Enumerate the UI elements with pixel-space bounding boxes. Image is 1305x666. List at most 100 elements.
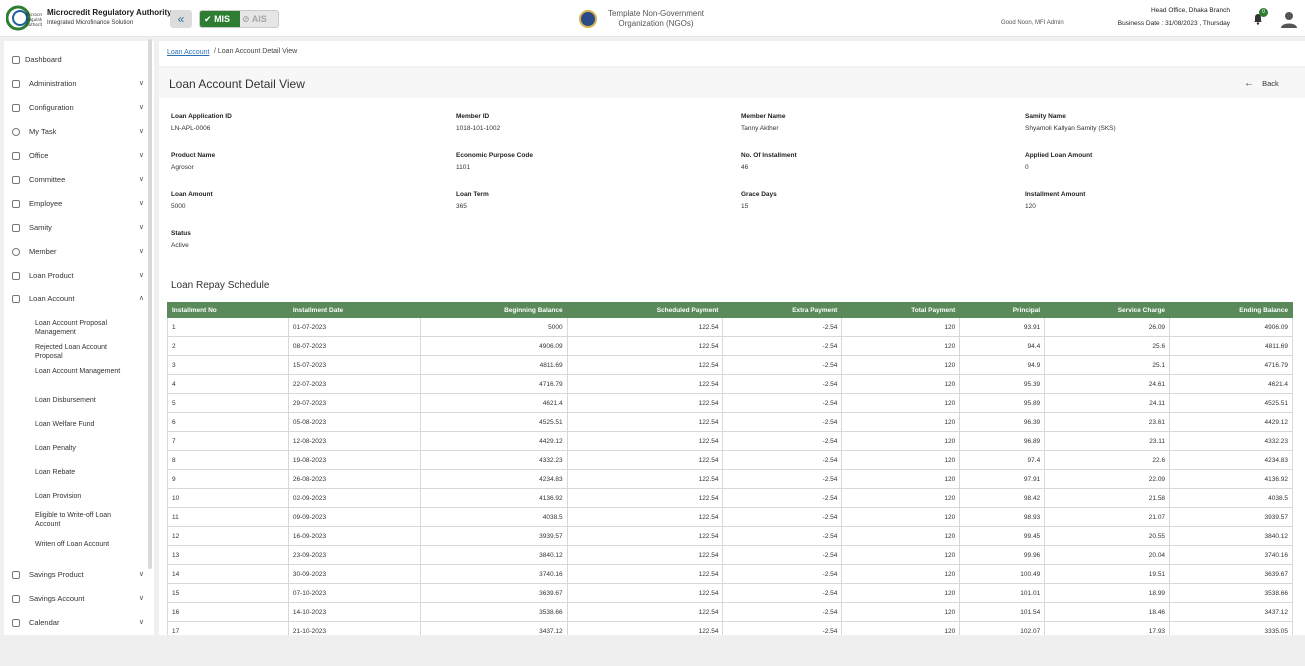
submenu-written-off-loan[interactable]: Writen off Loan Account xyxy=(35,540,135,549)
submenu-loan-account-management[interactable]: Loan Account Management xyxy=(35,367,135,376)
sidebar-item-member[interactable]: Member ∨ xyxy=(12,245,144,259)
table-cell: 1 xyxy=(167,317,289,337)
table-cell: 122.54 xyxy=(566,583,724,603)
collapse-sidebar-button[interactable]: « xyxy=(170,10,192,28)
ais-toggle[interactable]: ⊘ AIS xyxy=(242,11,278,27)
sidebar-item-configuration[interactable]: Configuration ∨ xyxy=(12,101,144,115)
chevron-down-icon: ∨ xyxy=(138,200,144,207)
table-row: 10 02-09-2023 4136.92 122.54 -2.54 120 98.42 21… xyxy=(167,488,1293,508)
table-cell: 120 xyxy=(841,317,961,337)
table-cell: 120 xyxy=(841,621,961,635)
table-cell: 9 xyxy=(167,469,289,489)
table-cell: -2.54 xyxy=(722,374,843,394)
sidebar-item-administration[interactable]: Administration ∨ xyxy=(12,77,144,91)
table-cell: -2.54 xyxy=(722,450,843,470)
table-cell: 96.89 xyxy=(959,431,1046,451)
sidebar-item-label: Savings Product xyxy=(29,570,84,579)
loan-product-icon xyxy=(12,272,20,280)
savings-product-icon xyxy=(12,571,20,579)
org-seal-icon xyxy=(579,10,597,28)
chevron-down-icon: ∨ xyxy=(138,152,144,159)
table-cell: 120 xyxy=(841,393,961,413)
sidebar-item-samity[interactable]: Samity ∨ xyxy=(12,221,144,235)
sidebar-item-label: Committee xyxy=(29,175,66,184)
committee-icon xyxy=(12,176,20,184)
submenu-loan-provision[interactable]: Loan Provision xyxy=(35,492,135,501)
table-row: 17 21-10-2023 3437.12 122.54 -2.54 120 102.07 1… xyxy=(167,621,1293,635)
table-cell: -2.54 xyxy=(722,583,843,603)
table-cell: 122.54 xyxy=(566,431,724,451)
sidebar: Dashboard Administration ∨ Configuration… xyxy=(4,41,154,635)
chevron-down-icon: ∨ xyxy=(138,272,144,279)
table-cell: 09-09-2023 xyxy=(287,507,421,527)
chevron-down-icon: ∨ xyxy=(138,619,144,626)
office-icon xyxy=(12,152,20,160)
sidebar-item-my-task[interactable]: My Task ∨ xyxy=(12,125,144,139)
detail-value: Shyamoli Kallyan Samity (SKS) xyxy=(1025,125,1116,132)
detail-label: Applied Loan Amount xyxy=(1025,152,1093,159)
sidebar-item-dashboard[interactable]: Dashboard xyxy=(12,53,144,67)
sidebar-item-label: Configuration xyxy=(29,103,74,112)
table-cell: 120 xyxy=(841,488,961,508)
table-cell: 122.54 xyxy=(566,526,724,546)
loan-account-icon xyxy=(12,295,20,303)
table-cell: 3335.05 xyxy=(1169,621,1293,635)
table-cell: 122.54 xyxy=(566,507,724,527)
table-cell: 3939.57 xyxy=(419,526,568,546)
table-header-row: Installment No Installment Date Beginnin… xyxy=(167,302,1293,318)
user-avatar-icon[interactable] xyxy=(1280,10,1298,28)
table-cell: 13 xyxy=(167,545,289,565)
table-cell: 99.45 xyxy=(959,526,1046,546)
table-cell: 3840.12 xyxy=(419,545,568,565)
submenu-rejected-loan-proposal[interactable]: Rejected Loan Account Proposal xyxy=(35,343,135,361)
sidebar-item-office[interactable]: Office ∨ xyxy=(12,149,144,163)
submenu-loan-disbursement[interactable]: Loan Disbursement xyxy=(35,396,135,405)
mra-logo: Microcredit Regulatory Authority xyxy=(6,5,42,31)
table-cell: 4136.92 xyxy=(419,488,568,508)
table-cell: 4811.69 xyxy=(1169,336,1293,356)
breadcrumb-link-loan-account[interactable]: Loan Account xyxy=(167,49,209,56)
table-cell: -2.54 xyxy=(722,526,843,546)
table-cell: 2 xyxy=(167,336,289,356)
sidebar-item-employee[interactable]: Employee ∨ xyxy=(12,197,144,211)
column-header: Ending Balance xyxy=(1169,302,1293,318)
column-header: Installment Date xyxy=(287,302,421,318)
detail-label: Member Name xyxy=(741,113,786,120)
submenu-loan-account-proposal[interactable]: Loan Account Proposal Management xyxy=(35,319,135,337)
back-button[interactable]: ← Back xyxy=(1244,78,1279,89)
submenu-loan-welfare-fund[interactable]: Loan Welfare Fund xyxy=(35,420,135,429)
grid-icon xyxy=(12,56,20,64)
sidebar-item-savings-product[interactable]: Savings Product ∨ xyxy=(12,568,144,582)
table-row: 3 15-07-2023 4811.69 122.54 -2.54 120 94.9 25.1… xyxy=(167,355,1293,375)
table-cell: -2.54 xyxy=(722,545,843,565)
detail-label: Loan Term xyxy=(456,191,489,198)
sidebar-item-committee[interactable]: Committee ∨ xyxy=(12,173,144,187)
block-icon: ⊘ xyxy=(242,14,250,24)
submenu-loan-rebate[interactable]: Loan Rebate xyxy=(35,468,135,477)
table-cell: 3939.57 xyxy=(1169,507,1293,527)
module-switch[interactable]: ✔ MIS ⊘ AIS xyxy=(199,10,279,28)
table-cell: 3639.67 xyxy=(419,583,568,603)
check-circle-icon: ✔ xyxy=(204,14,212,24)
submenu-loan-penalty[interactable]: Loan Penalty xyxy=(35,444,135,453)
detail-field: Loan Term 365 xyxy=(456,191,716,210)
sidebar-item-calendar[interactable]: Calendar ∨ xyxy=(12,616,144,630)
table-cell: 17 xyxy=(167,621,289,635)
table-row: 4 22-07-2023 4716.79 122.54 -2.54 120 95.39 24.… xyxy=(167,374,1293,394)
sidebar-item-savings-account[interactable]: Savings Account ∨ xyxy=(12,592,144,606)
table-cell: 98.93 xyxy=(959,507,1046,527)
sidebar-item-loan-account[interactable]: Loan Account ∧ xyxy=(12,292,144,306)
submenu-eligible-write-off[interactable]: Eligible to Write-off Loan Account xyxy=(35,511,135,529)
sidebar-scrollbar[interactable] xyxy=(148,39,152,569)
double-chevron-left-icon: « xyxy=(177,12,185,26)
table-cell: 4811.69 xyxy=(419,355,568,375)
config-icon xyxy=(12,104,20,112)
table-row: 9 26-08-2023 4234.83 122.54 -2.54 120 97.91 22.… xyxy=(167,469,1293,489)
table-cell: 29-07-2023 xyxy=(287,393,421,413)
table-cell: 26.09 xyxy=(1044,317,1171,337)
mis-toggle[interactable]: ✔ MIS xyxy=(200,11,240,27)
table-cell: 95.39 xyxy=(959,374,1046,394)
table-cell: 4525.51 xyxy=(1169,393,1293,413)
member-icon xyxy=(12,248,20,256)
sidebar-item-loan-product[interactable]: Loan Product ∨ xyxy=(12,269,144,283)
